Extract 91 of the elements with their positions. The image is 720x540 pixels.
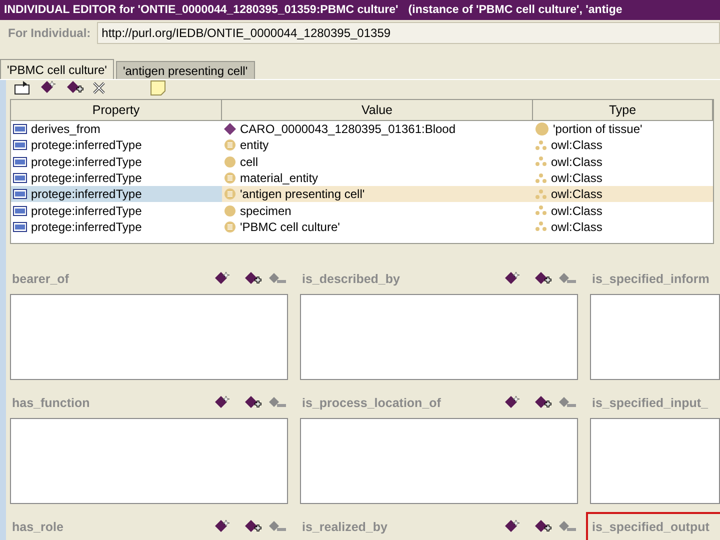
property-icon (13, 156, 27, 167)
property-name: protege:inferredType (31, 171, 142, 186)
window-subtitle: (instance of 'PBMC cell culture', 'antige (408, 4, 622, 16)
type-text: owl:Class (551, 187, 602, 202)
property-name: derives_from (31, 122, 100, 136)
type-text: owl:Class (551, 138, 602, 152)
add-instance-icon[interactable] (244, 271, 262, 287)
value-text: 'PBMC cell culture' (240, 220, 340, 234)
class-icon (224, 188, 236, 200)
create-instance-icon[interactable] (214, 395, 232, 411)
remove-icon[interactable] (558, 272, 578, 286)
class-icon (224, 220, 236, 233)
slot-label: has_function (11, 396, 91, 410)
value-text: entity (240, 138, 269, 152)
create-instance-icon[interactable] (214, 519, 232, 535)
remove-icon[interactable] (268, 396, 288, 410)
close-icon[interactable] (92, 81, 106, 95)
dots-icon (535, 156, 547, 168)
property-name: protege:inferredType (31, 220, 142, 234)
remove-icon[interactable] (558, 520, 578, 534)
property-name: protege:inferredType (31, 154, 142, 169)
column-header[interactable]: Type (533, 100, 713, 121)
type-text: owl:Class (551, 171, 602, 186)
type-text: owl:Class (551, 220, 602, 234)
create-instance-icon[interactable] (214, 271, 232, 287)
slot-label: has_role (11, 520, 64, 534)
tab[interactable]: 'antigen presenting cell' (116, 61, 255, 79)
individual-label: For Individual: (7, 26, 92, 40)
individual-field[interactable]: http://purl.org/IEDB/ONTIE_0000044_1280395_01359 (96, 22, 720, 44)
circle-icon (224, 204, 236, 217)
create-instance-icon[interactable] (504, 271, 522, 287)
slot-label: is_specified_output (591, 520, 710, 534)
remove-icon[interactable] (268, 520, 288, 534)
table-cell[interactable]: protege:inferredType (11, 186, 222, 202)
class-icon (224, 172, 236, 184)
type-text: owl:Class (551, 204, 602, 218)
column-header[interactable]: Property (11, 100, 222, 121)
column-header[interactable]: Value (222, 100, 533, 121)
property-name: protege:inferredType (31, 187, 142, 202)
slot-label: bearer_of (11, 272, 70, 286)
slot-list[interactable] (300, 418, 578, 504)
slot-label: is_specified_inform (591, 272, 710, 286)
table-cell[interactable]: 'antigen presenting cell' (222, 186, 533, 202)
slot-list[interactable] (300, 294, 578, 380)
remove-icon[interactable] (558, 396, 578, 410)
window-title: INDIVIDUAL EDITOR for 'ONTIE_0000044_1280395_01359:PBMC culture' (4, 4, 398, 16)
open-icon[interactable] (14, 80, 32, 96)
create-instance-icon[interactable] (504, 395, 522, 411)
property-name: protege:inferredType (31, 204, 142, 218)
remove-icon[interactable] (268, 272, 288, 286)
tab[interactable]: 'PBMC cell culture' (0, 59, 114, 79)
create-instance-icon[interactable] (504, 519, 522, 535)
property-icon (13, 206, 27, 216)
slot-label: is_specified_input_ (591, 396, 710, 410)
dots-icon (535, 221, 547, 232)
value-text: cell (240, 154, 258, 169)
add-instance-icon[interactable] (534, 395, 552, 411)
add-instance-icon[interactable] (534, 271, 552, 287)
dots-icon (535, 172, 547, 184)
add-instance-icon[interactable] (244, 395, 262, 411)
slot-label: is_realized_by (301, 520, 388, 534)
property-icon (13, 173, 27, 184)
dots-icon (535, 188, 547, 200)
circle-icon (224, 156, 236, 168)
property-icon (13, 222, 27, 232)
slot-list[interactable] (590, 294, 720, 380)
property-name: protege:inferredType (31, 138, 142, 152)
slot-list[interactable] (590, 418, 720, 504)
value-text: specimen (240, 204, 292, 218)
slot-list[interactable] (10, 294, 288, 380)
type-text: 'portion of tissue' (553, 122, 642, 136)
slot-label: is_described_by (301, 272, 401, 286)
value-text: CARO_0000043_1280395_01361:Blood (240, 122, 456, 136)
add-instance-icon[interactable] (66, 80, 84, 96)
diamond-icon (224, 123, 236, 136)
slot-list[interactable] (10, 418, 288, 504)
create-instance-icon[interactable] (40, 80, 58, 96)
value-text: material_entity (240, 171, 318, 186)
type-text: owl:Class (551, 154, 602, 169)
add-instance-icon[interactable] (244, 519, 262, 535)
table-cell[interactable]: owl:Class (533, 186, 713, 202)
property-icon (13, 124, 27, 134)
add-instance-icon[interactable] (534, 519, 552, 535)
dots-icon (535, 205, 547, 216)
dots-icon (535, 140, 547, 151)
property-icon (13, 140, 27, 150)
class-icon (224, 139, 236, 152)
property-icon (13, 189, 27, 200)
slot-label: is_process_location_of (301, 396, 442, 410)
circle-icon (535, 122, 549, 136)
value-text: 'antigen presenting cell' (240, 187, 365, 202)
